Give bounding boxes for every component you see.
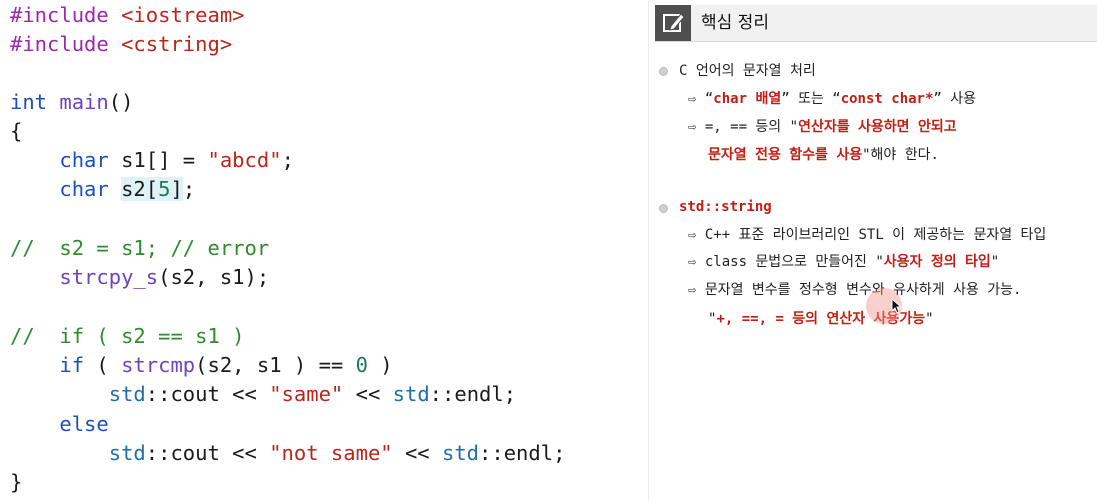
code-editor[interactable]: #include <iostream> #include <cstring> i…: [0, 0, 648, 501]
code-line-comment-assign: // s2 = s1; // error: [10, 236, 270, 260]
code-line-decl-s2: char s2[5];: [59, 177, 196, 201]
note-item-stl: ⇨ C++ 표준 라이브러리인 STL 이 제공하는 문자열 타입: [688, 227, 1047, 243]
mouse-pointer-icon: [891, 298, 903, 314]
code-line-strcpy: strcpy_s(s2, s1);: [59, 265, 270, 289]
section-heading-c-strings: C 언어의 문자열 처리: [679, 63, 816, 79]
section-heading-std-string: std::string: [679, 199, 772, 215]
note-item-user-type: ⇨ class 문법으로 만들어진 "사용자 정의 타입": [688, 254, 1000, 270]
code-line-include-iostream: #include <iostream>: [10, 3, 245, 27]
notes-title: 핵심 정리: [701, 13, 769, 33]
notes-header: 핵심 정리: [655, 5, 1097, 42]
code-line-decl-s1: char s1[] = "abcd";: [59, 148, 294, 172]
code-line-cout-not-same: std::cout << "not same" << std::endl;: [108, 441, 566, 465]
note-item-like-int: ⇨ 문자열 변수를 정수형 변수와 유사하게 사용 가능.: [688, 282, 1022, 298]
bullet-icon: [659, 204, 668, 213]
edit-icon: [655, 5, 691, 41]
code-line-brace-close: }: [10, 470, 23, 494]
code-line-include-cstring: #include <cstring>: [10, 32, 233, 56]
note-item-operators-line2: 문자열 전용 함수를 사용"해야 한다.: [708, 147, 939, 163]
code-line-cout-same: std::cout << "same" << std::endl;: [108, 382, 517, 406]
code-line-main: int main(): [10, 90, 134, 114]
code-line-brace-open: {: [10, 119, 23, 143]
bullet-icon: [659, 67, 668, 76]
note-item-char-array: ⇨ “char 배열” 또는 “const char*” 사용: [688, 91, 977, 107]
code-line-else: else: [59, 412, 109, 436]
code-line-if-strcmp: if ( strcmp(s2, s1 ) == 0 ): [59, 353, 393, 377]
note-item-operators-line1: ⇨ =, == 등의 "연산자를 사용하면 안되고: [688, 119, 957, 135]
code-line-comment-if: // if ( s2 == s1 ): [10, 324, 245, 348]
